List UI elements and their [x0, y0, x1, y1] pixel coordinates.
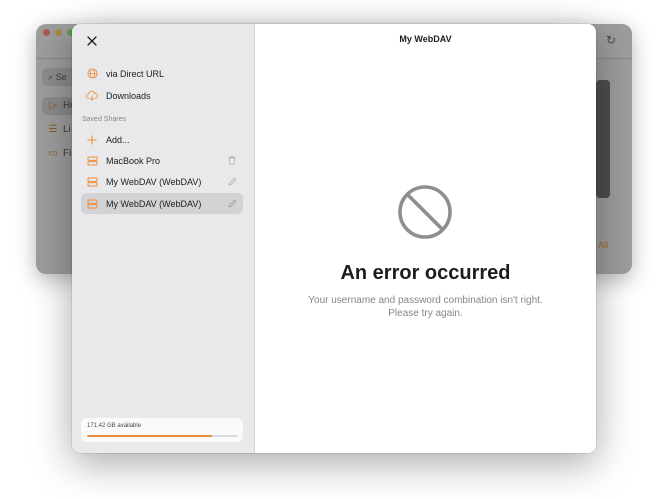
sheet-title: My WebDAV	[399, 34, 452, 44]
background-content-panel	[596, 80, 610, 198]
folder-icon: ▭	[48, 148, 58, 159]
sheet-sidebar: via Direct URL Downloads Saved Shares Ad…	[72, 24, 255, 453]
sidebar-item-share-webdav-selected[interactable]: My WebDAV (WebDAV)	[81, 193, 243, 214]
window-traffic-lights	[43, 29, 74, 36]
storage-progress-bar	[87, 435, 238, 437]
webdav-sheet: via Direct URL Downloads Saved Shares Ad…	[72, 24, 596, 453]
close-icon	[87, 36, 97, 46]
close-button[interactable]	[83, 32, 101, 50]
sidebar-item-label: Add...	[106, 134, 130, 145]
drive-icon	[86, 176, 98, 188]
storage-indicator: 171.42 GB available	[81, 418, 243, 442]
sidebar-item-label: My WebDAV (WebDAV)	[106, 198, 202, 209]
play-icon: ▷	[49, 100, 57, 111]
sidebar-item-add-share[interactable]: Add...	[81, 129, 243, 150]
prohibited-icon	[397, 184, 453, 240]
refresh-icon[interactable]: ↻	[606, 33, 616, 47]
sidebar-item-direct-url[interactable]: via Direct URL	[81, 63, 243, 84]
background-see-all-link[interactable]: All	[598, 240, 608, 250]
section-header-saved-shares: Saved Shares	[82, 116, 126, 123]
sidebar-item-downloads[interactable]: Downloads	[81, 85, 243, 106]
stack-icon: ☰	[48, 124, 58, 135]
error-message-line: Your username and password combination i…	[308, 295, 543, 306]
background-sidebar-label: Li	[63, 124, 71, 135]
drive-icon	[86, 198, 98, 210]
error-message-line: Please try again.	[388, 308, 463, 319]
background-sidebar-label: Fi	[63, 148, 72, 159]
pencil-icon[interactable]	[227, 199, 237, 209]
sidebar-item-label: via Direct URL	[106, 68, 165, 79]
sidebar-item-share-webdav[interactable]: My WebDAV (WebDAV)	[81, 171, 243, 192]
pencil-icon[interactable]	[227, 177, 237, 187]
sheet-content: My WebDAV An error occurred Your usernam…	[255, 24, 596, 453]
storage-available-text: 171.42 GB available	[87, 423, 142, 429]
close-window-dot[interactable]	[43, 29, 50, 36]
background-search-placeholder: Se	[55, 72, 67, 82]
error-title: An error occurred	[340, 262, 511, 284]
trash-icon[interactable]	[227, 156, 237, 166]
sidebar-item-share-macbook-pro[interactable]: MacBook Pro	[81, 150, 243, 171]
minimize-window-dot[interactable]	[55, 29, 62, 36]
sidebar-item-label: MacBook Pro	[106, 155, 161, 166]
drive-icon	[86, 155, 98, 167]
plus-icon	[86, 134, 98, 146]
storage-progress-fill	[87, 435, 213, 437]
error-message: Your username and password combination i…	[275, 294, 576, 320]
globe-icon	[86, 68, 98, 80]
search-icon: ⌕	[48, 72, 54, 82]
sidebar-item-label: Downloads	[106, 90, 151, 101]
cloud-download-icon	[86, 90, 98, 102]
sidebar-item-label: My WebDAV (WebDAV)	[106, 176, 202, 187]
